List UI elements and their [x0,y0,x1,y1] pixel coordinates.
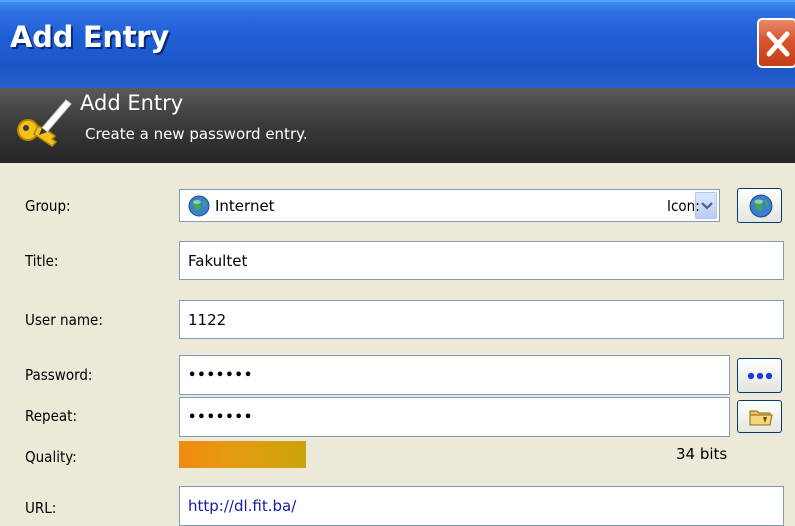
chevron-down-icon [701,202,713,210]
username-input[interactable]: 1122 [179,300,784,339]
group-value: Internet [215,196,275,215]
quality-label: Quality: [25,448,77,466]
url-input[interactable]: http://dl.fit.ba/ [179,486,784,526]
banner-title: Add Entry [80,91,184,115]
close-icon [766,31,790,57]
group-select[interactable]: Internet [179,189,720,222]
folder-generator-icon [749,410,773,426]
title-value: Fakultet [188,251,248,270]
title-input[interactable]: Fakultet [179,241,784,280]
username-label: User name: [25,311,103,329]
entry-form: Group: Internet Icon: Title: Fakultet Us… [0,163,795,526]
header-banner: Add Entry Create a new password entry. [0,88,795,163]
dots-icon [747,372,773,380]
banner-subtitle: Create a new password entry. [85,125,308,143]
quality-meter [179,441,306,468]
repeat-input[interactable]: ••••••• [179,397,730,437]
url-label: URL: [25,499,57,517]
quality-bits: 34 bits [676,445,728,463]
url-value: http://dl.fit.ba/ [188,497,297,515]
repeat-value: ••••••• [188,409,254,425]
toggle-password-visibility-button[interactable] [737,358,782,393]
password-value: ••••••• [188,367,254,383]
password-generator-button[interactable] [737,400,782,433]
key-pencil-icon [17,99,72,147]
icon-picker-button[interactable] [737,188,782,223]
title-bar[interactable]: Add Entry [0,0,795,88]
repeat-label: Repeat: [25,407,77,425]
password-input[interactable]: ••••••• [179,355,730,395]
title-label: Title: [25,252,59,270]
password-label: Password: [25,366,93,384]
icon-label: Icon: [667,197,700,215]
globe-icon [188,195,210,216]
globe-icon [749,194,773,218]
group-label: Group: [25,197,71,215]
close-button[interactable] [757,18,795,68]
username-value: 1122 [188,310,227,329]
window-title: Add Entry [10,20,169,54]
